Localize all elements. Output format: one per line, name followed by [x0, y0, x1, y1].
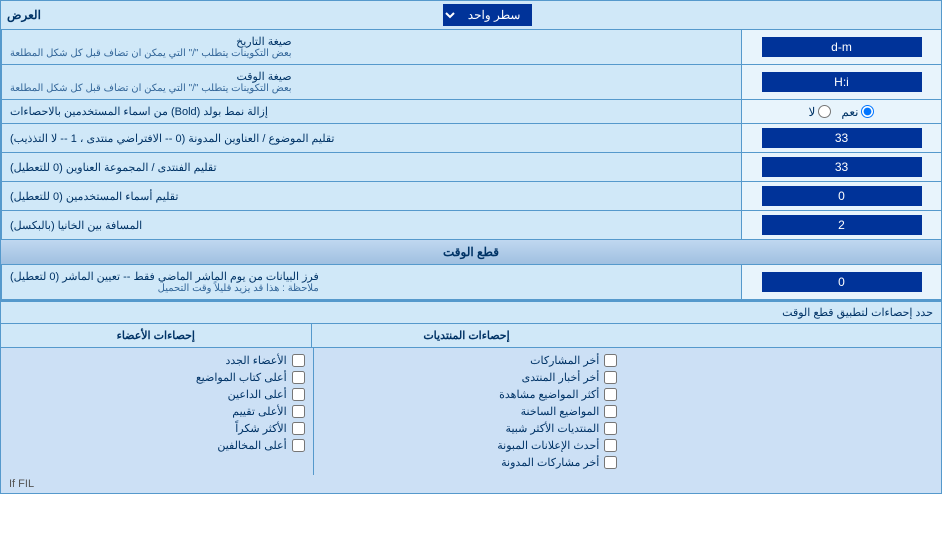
item-label: أحدث الإعلانات المبونة: [497, 439, 599, 452]
topic-order-input[interactable]: [762, 128, 922, 148]
stats-col2: الأعضاء الجدد أعلى كتاب المواضيع أعلى ال…: [1, 348, 313, 475]
item-label: الأعضاء الجدد: [225, 354, 286, 367]
checkbox-item3[interactable]: [604, 388, 617, 401]
item-label: أخر مشاركات المدونة: [501, 456, 599, 469]
time-format-input[interactable]: [762, 72, 922, 92]
item-label: أخر المشاركات: [530, 354, 599, 367]
list-item: أخر أخبار المنتدى: [322, 369, 618, 386]
checkbox-item6[interactable]: [604, 439, 617, 452]
col1-header: إحصاءات المنتديات: [311, 324, 622, 347]
list-item: أعلى كتاب المواضيع: [9, 369, 305, 386]
forum-order-row: تقليم الفنتدى / المجموعة العناوين (0 للت…: [1, 153, 941, 182]
forum-order-input-cell[interactable]: [741, 153, 941, 181]
filter-text: If FIL: [9, 478, 34, 490]
stats-right-area: [625, 348, 941, 475]
list-item: الأكثر شكراً: [9, 420, 305, 437]
cutoff-input[interactable]: [762, 272, 922, 292]
list-item: أعلى الداعين: [9, 386, 305, 403]
item-label: المنتديات الأكثر شبية: [506, 422, 600, 435]
date-format-input-cell[interactable]: [741, 30, 941, 64]
list-item: أعلى المخالفين: [9, 437, 305, 454]
checkbox-item7[interactable]: [604, 456, 617, 469]
item-label: الأكثر شكراً: [235, 422, 286, 435]
bold-remove-input-cell: نعم لا: [741, 100, 941, 123]
radio-yes[interactable]: [861, 105, 874, 118]
time-format-label: صيغة الوقت بعض التكوينات يتطلب "/" التي …: [1, 65, 741, 99]
radio-no-text: لا: [809, 105, 816, 119]
item-label: أعلى الداعين: [228, 388, 287, 401]
cutoff-label: فرز البيانات من يوم الماشر الماضي فقط --…: [1, 265, 741, 299]
radio-no[interactable]: [818, 105, 831, 118]
time-format-input-cell[interactable]: [741, 65, 941, 99]
topic-order-input-cell[interactable]: [741, 124, 941, 152]
cutoff-section-header: قطع الوقت: [1, 240, 941, 265]
list-item: المواضيع الساخنة: [322, 403, 618, 420]
forum-order-input[interactable]: [762, 157, 922, 177]
gap-input-cell[interactable]: [741, 211, 941, 239]
item-label: الأعلى تقييم: [232, 405, 286, 418]
radio-yes-label[interactable]: نعم: [841, 105, 874, 119]
list-item: أخر مشاركات المدونة: [322, 454, 618, 471]
item-label: أعلى كتاب المواضيع: [196, 371, 287, 384]
time-format-row: صيغة الوقت بعض التكوينات يتطلب "/" التي …: [1, 65, 941, 100]
view-dropdown[interactable]: سطر واحد: [443, 4, 532, 26]
cutoff-row: فرز البيانات من يوم الماشر الماضي فقط --…: [1, 265, 941, 300]
list-item: أخر المشاركات: [322, 352, 618, 369]
stats-cols: أخر المشاركات أخر أخبار المنتدى أكثر الم…: [1, 348, 941, 475]
bold-radio-group: نعم لا: [809, 105, 875, 119]
username-trim-label: تقليم أسماء المستخدمين (0 للتعطيل): [1, 182, 741, 210]
list-item: الأعلى تقييم: [9, 403, 305, 420]
topic-order-row: تقليم الموضوع / العناوين المدونة (0 -- ا…: [1, 124, 941, 153]
stats-header-row: إحصاءات المنتديات إحصاءات الأعضاء: [1, 324, 941, 348]
gap-input[interactable]: [762, 215, 922, 235]
item-label: أخر أخبار المنتدى: [522, 371, 600, 384]
gap-row: المسافة بين الخانيا (بالبكسل): [1, 211, 941, 240]
forum-order-label: تقليم الفنتدى / المجموعة العناوين (0 للت…: [1, 153, 741, 181]
topic-order-label: تقليم الموضوع / العناوين المدونة (0 -- ا…: [1, 124, 741, 152]
col2-header: إحصاءات الأعضاء: [1, 324, 311, 347]
stats-right-header: [621, 324, 941, 347]
gap-label: المسافة بين الخانيا (بالبكسل): [1, 211, 741, 239]
stats-section: حدد إحصاءات لتطبيق قطع الوقت إحصاءات الم…: [1, 300, 941, 475]
checkbox-col2-item2[interactable]: [292, 371, 305, 384]
checkbox-item5[interactable]: [604, 422, 617, 435]
checkbox-col2-item3[interactable]: [292, 388, 305, 401]
checkbox-col2-item4[interactable]: [292, 405, 305, 418]
date-format-label: صيغة التاريخ بعض التكوينات يتطلب "/" الت…: [1, 30, 741, 64]
checkbox-col2-item1[interactable]: [292, 354, 305, 367]
item-label: أعلى المخالفين: [217, 439, 286, 452]
checkbox-col2-item6[interactable]: [292, 439, 305, 452]
list-item: أكثر المواضيع مشاهدة: [322, 386, 618, 403]
list-item: المنتديات الأكثر شبية: [322, 420, 618, 437]
header-row: سطر واحد العرض: [1, 1, 941, 30]
header-title: العرض: [7, 8, 41, 22]
date-format-row: صيغة التاريخ بعض التكوينات يتطلب "/" الت…: [1, 30, 941, 65]
filter-row: If FIL: [1, 475, 941, 493]
date-format-input[interactable]: [762, 37, 922, 57]
checkbox-col2-item5[interactable]: [292, 422, 305, 435]
item-label: المواضيع الساخنة: [521, 405, 600, 418]
radio-yes-text: نعم: [841, 105, 858, 119]
item-label: أكثر المواضيع مشاهدة: [499, 388, 599, 401]
apply-label-row: حدد إحصاءات لتطبيق قطع الوقت: [1, 301, 941, 324]
bold-remove-row: نعم لا إزالة نمط بولد (Bold) من اسماء ال…: [1, 100, 941, 124]
list-item: أحدث الإعلانات المبونة: [322, 437, 618, 454]
radio-no-label[interactable]: لا: [809, 105, 832, 119]
username-trim-input-cell[interactable]: [741, 182, 941, 210]
checkbox-item4[interactable]: [604, 405, 617, 418]
cutoff-input-cell[interactable]: [741, 265, 941, 299]
checkbox-item1[interactable]: [604, 354, 617, 367]
username-trim-row: تقليم أسماء المستخدمين (0 للتعطيل): [1, 182, 941, 211]
list-item: الأعضاء الجدد: [9, 352, 305, 369]
bold-remove-label: إزالة نمط بولد (Bold) من اسماء المستخدمي…: [1, 100, 741, 123]
checkbox-item2[interactable]: [604, 371, 617, 384]
stats-col1: أخر المشاركات أخر أخبار المنتدى أكثر الم…: [313, 348, 626, 475]
username-trim-input[interactable]: [762, 186, 922, 206]
